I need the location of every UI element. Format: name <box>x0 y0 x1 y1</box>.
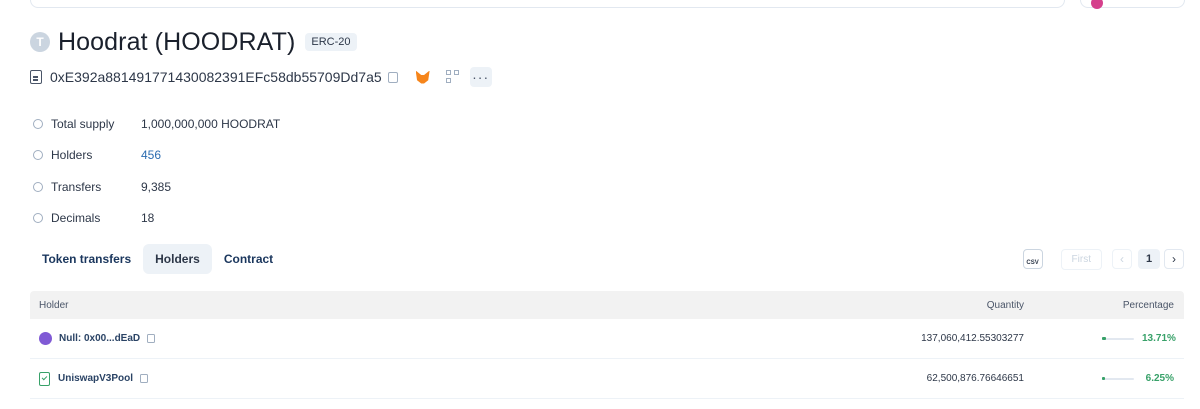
token-standard-badge: ERC-20 <box>305 33 357 51</box>
holder-link[interactable]: Null: 0x00...dEaD <box>59 333 140 344</box>
column-header-holder: Holder <box>39 299 69 311</box>
detail-label: Decimals <box>51 211 101 226</box>
detail-value: 18 <box>141 211 155 226</box>
holder-link[interactable]: UniswapV3Pool <box>58 373 133 384</box>
tab-contract[interactable]: Contract <box>212 244 285 274</box>
tab-token-transfers[interactable]: Token transfers <box>30 244 143 274</box>
percentage-value: 13.71% <box>1142 333 1176 344</box>
first-page-button[interactable]: First <box>1060 248 1102 270</box>
table-row: Null: 0x00...dEaD 137,060,412.55303277 1… <box>30 319 1184 359</box>
detail-transfers: Transfers 9,385 <box>33 171 280 203</box>
percentage-cell: 6.25% <box>1024 373 1184 384</box>
detail-value-link[interactable]: 456 <box>141 148 161 162</box>
qr-code-icon[interactable] <box>445 70 460 84</box>
more-options-button[interactable]: ··· <box>469 67 492 87</box>
detail-label: Holders <box>51 148 93 163</box>
page-title: Hoodrat (HOODRAT) <box>58 27 296 56</box>
search-input[interactable] <box>30 0 1065 8</box>
column-header-quantity: Quantity <box>986 299 1024 311</box>
holders-table: Holder Quantity Percentage Null: 0x00...… <box>30 291 1184 399</box>
next-page-button[interactable]: › <box>1164 249 1184 269</box>
table-header: Holder Quantity Percentage <box>30 291 1184 319</box>
info-icon[interactable] <box>33 150 43 161</box>
token-details: Total supply 1,000,000,000 HOODRAT Holde… <box>33 108 280 234</box>
avatar <box>1091 0 1103 9</box>
percentage-cell: 13.71% <box>1024 333 1184 344</box>
profile-button[interactable] <box>1080 0 1185 9</box>
detail-value: 9,385 <box>141 179 172 194</box>
info-icon[interactable] <box>33 213 43 224</box>
tab-holders[interactable]: Holders <box>143 244 212 274</box>
csv-download-button[interactable]: CSV <box>1022 249 1043 269</box>
detail-total-supply: Total supply 1,000,000,000 HOODRAT <box>33 108 280 140</box>
column-header-percentage: Percentage <box>1122 299 1174 311</box>
percentage-bar-fill <box>1102 377 1105 380</box>
info-icon[interactable] <box>33 181 43 192</box>
quantity-cell: 137,060,412.55303277 <box>921 333 1024 344</box>
detail-holders: Holders 456 <box>33 140 280 172</box>
detail-value: 1,000,000,000 HOODRAT <box>141 116 281 131</box>
copy-icon[interactable] <box>140 374 149 383</box>
detail-label: Transfers <box>51 179 102 194</box>
token-header: T Hoodrat (HOODRAT) ERC-20 <box>30 26 357 58</box>
pagination: CSV First ‹ 1 › <box>1022 248 1184 270</box>
percentage-bar <box>1102 377 1134 380</box>
percentage-bar-fill <box>1102 337 1107 340</box>
prev-page-button[interactable]: ‹ <box>1112 249 1132 269</box>
current-page: 1 <box>1138 249 1160 269</box>
token-icon: T <box>30 32 50 52</box>
detail-label: Total supply <box>51 116 115 131</box>
metamask-fox-icon[interactable] <box>415 70 430 84</box>
address-avatar-icon <box>39 332 52 345</box>
detail-decimals: Decimals 18 <box>33 203 280 235</box>
token-address[interactable]: 0xE392a881491771430082391EFc58db55709Dd7… <box>50 69 382 85</box>
contract-file-icon <box>30 70 42 84</box>
quantity-cell: 62,500,876.76646651 <box>926 373 1024 384</box>
copy-icon[interactable] <box>147 334 156 343</box>
percentage-value: 6.25% <box>1145 373 1174 384</box>
percentage-bar <box>1102 337 1134 340</box>
table-row: UniswapV3Pool 62,500,876.76646651 6.25% <box>30 359 1184 399</box>
tab-bar: Token transfers Holders Contract <box>30 244 285 274</box>
address-row: 0xE392a881491771430082391EFc58db55709Dd7… <box>30 66 492 88</box>
info-icon[interactable] <box>33 118 43 129</box>
holder-cell: Null: 0x00...dEaD <box>30 332 824 345</box>
copy-icon[interactable] <box>387 71 398 83</box>
verified-contract-icon <box>39 371 50 386</box>
holder-cell: UniswapV3Pool <box>30 371 824 386</box>
